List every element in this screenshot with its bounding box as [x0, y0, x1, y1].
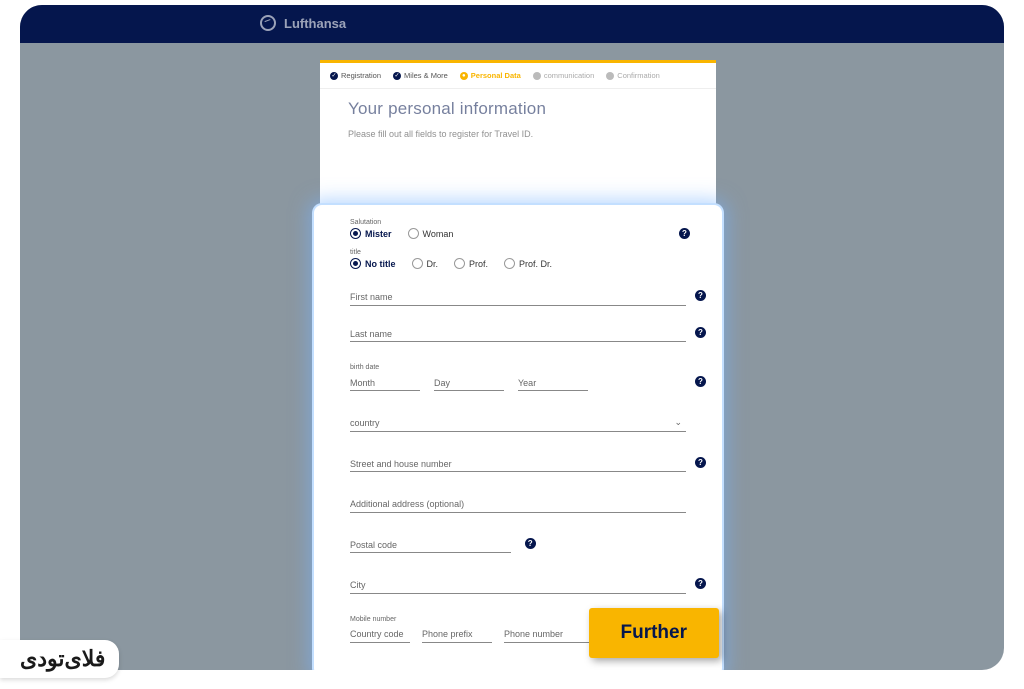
chevron-down-icon: ⌄	[674, 417, 682, 428]
help-icon[interactable]: ?	[695, 376, 706, 387]
active-step-icon: ●	[460, 72, 468, 80]
check-icon: ✓	[330, 72, 338, 80]
page-title: Your personal information	[348, 99, 688, 119]
first-name-field[interactable]	[350, 288, 686, 306]
salutation-woman-option[interactable]: Woman	[408, 228, 454, 239]
country-select[interactable]	[350, 414, 686, 432]
title-dr-option[interactable]: Dr.	[412, 258, 439, 269]
city-field[interactable]	[350, 576, 686, 594]
birthdate-row: ?	[350, 373, 686, 391]
brand-name: Lufthansa	[284, 16, 346, 31]
pending-step-icon	[606, 72, 614, 80]
help-icon[interactable]: ?	[695, 327, 706, 338]
help-icon[interactable]: ?	[525, 538, 536, 549]
highlighted-form-area: Salutation Mister Woman ? title	[312, 203, 724, 670]
birth-month-field[interactable]	[350, 373, 420, 391]
step-registration[interactable]: ✓ Registration	[330, 71, 381, 80]
radio-icon	[454, 258, 465, 269]
help-icon[interactable]: ?	[695, 290, 706, 301]
help-icon[interactable]: ?	[679, 228, 690, 239]
salutation-label: Salutation	[350, 219, 686, 226]
top-nav-bar: Lufthansa	[20, 5, 1004, 43]
phone-prefix-field[interactable]	[422, 625, 492, 643]
title-prof-option[interactable]: Prof.	[454, 258, 488, 269]
help-icon[interactable]: ?	[695, 457, 706, 468]
title-none-option[interactable]: No title	[350, 258, 396, 269]
additional-address-field[interactable]	[350, 495, 686, 513]
step-personal-data[interactable]: ● Personal Data	[460, 71, 521, 80]
country-code-field[interactable]	[350, 625, 410, 643]
radio-icon	[350, 228, 361, 239]
salutation-mister-option[interactable]: Mister	[350, 228, 392, 239]
brand-logo: Lufthansa	[260, 15, 346, 31]
step-miles[interactable]: ✓ Miles & More	[393, 71, 448, 80]
birth-day-field[interactable]	[434, 373, 504, 391]
street-field[interactable]	[350, 454, 686, 472]
radio-icon	[350, 258, 361, 269]
title-radio-group: No title Dr. Prof. Prof. Dr.	[350, 258, 686, 269]
radio-icon	[408, 228, 419, 239]
last-name-field[interactable]	[350, 324, 686, 342]
help-icon[interactable]: ?	[695, 578, 706, 589]
birthdate-label: birth date	[350, 364, 686, 371]
title-prof-dr-option[interactable]: Prof. Dr.	[504, 258, 552, 269]
lufthansa-crane-icon	[260, 15, 276, 31]
page-container: Lufthansa ✓ Registration ✓ Miles & More …	[20, 5, 1004, 670]
form-content: Your personal information Please fill ou…	[320, 89, 716, 670]
birth-year-field[interactable]	[518, 373, 588, 391]
salutation-radio-group: Mister Woman ?	[350, 228, 686, 239]
further-button[interactable]: Further	[589, 608, 720, 658]
postal-code-field[interactable]	[350, 535, 511, 553]
progress-stepper: ✓ Registration ✓ Miles & More ● Personal…	[320, 63, 716, 89]
page-subtitle: Please fill out all fields to register f…	[348, 129, 688, 139]
title-label: title	[350, 249, 686, 256]
radio-icon	[412, 258, 423, 269]
radio-icon	[504, 258, 515, 269]
registration-form-card: ✓ Registration ✓ Miles & More ● Personal…	[320, 60, 716, 670]
check-icon: ✓	[393, 72, 401, 80]
watermark-badge: فلای‌تودی	[0, 640, 119, 678]
step-confirmation: Confirmation	[606, 71, 660, 80]
step-communication: communication	[533, 71, 594, 80]
pending-step-icon	[533, 72, 541, 80]
